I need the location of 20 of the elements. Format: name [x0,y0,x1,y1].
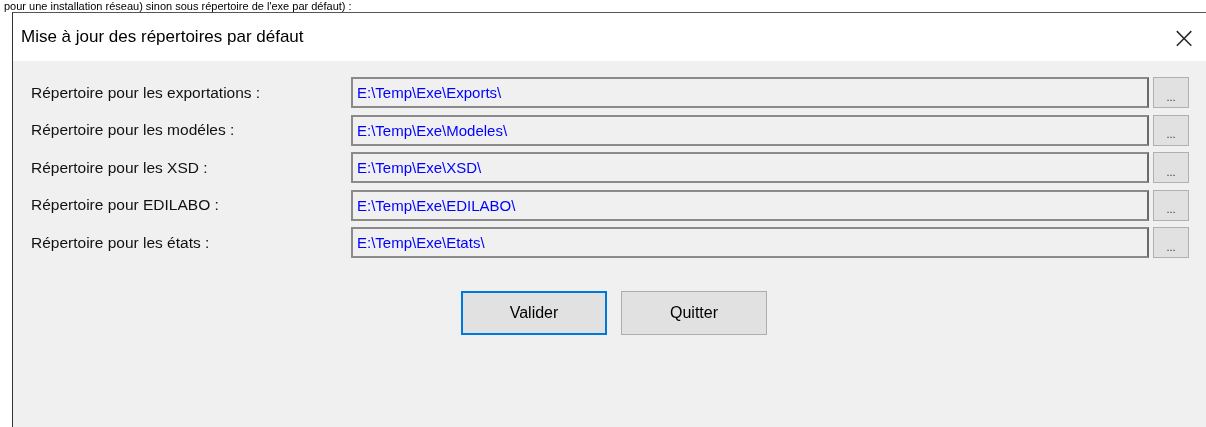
browse-button[interactable]: ... [1153,114,1189,146]
path-field[interactable]: E:\Temp\Exe\Etats\ [351,227,1149,259]
background-text: pour une installation réseau) sinon sous répertoire de l'exe par défaut) : [3,0,353,12]
field-label: Répertoire pour les exportations : [31,83,262,102]
path-field[interactable]: E:\Temp\Exe\Exports\ [351,77,1149,109]
browse-button[interactable]: ... [1153,227,1189,259]
path-field[interactable]: E:\Temp\Exe\XSD\ [351,152,1149,184]
close-button[interactable]: × [1164,17,1204,57]
browse-button[interactable]: ... [1153,152,1189,184]
field-label: Répertoire pour les états : [31,233,211,252]
window-title: Mise à jour des répertoires par défaut [21,27,304,47]
path-field[interactable]: E:\Temp\Exe\Modeles\ [351,114,1149,146]
dialog-button[interactable]: Quitter [621,290,767,335]
browse-button[interactable]: ... [1153,189,1189,221]
field-label: Répertoire pour les modéles : [31,121,236,140]
field-label: Répertoire pour EDILABO : [31,196,220,215]
browse-button[interactable]: ... [1153,77,1189,109]
dialog-button[interactable]: Valider [461,290,607,335]
field-label: Répertoire pour les XSD : [31,158,209,177]
path-field[interactable]: E:\Temp\Exe\EDILABO\ [351,189,1149,221]
